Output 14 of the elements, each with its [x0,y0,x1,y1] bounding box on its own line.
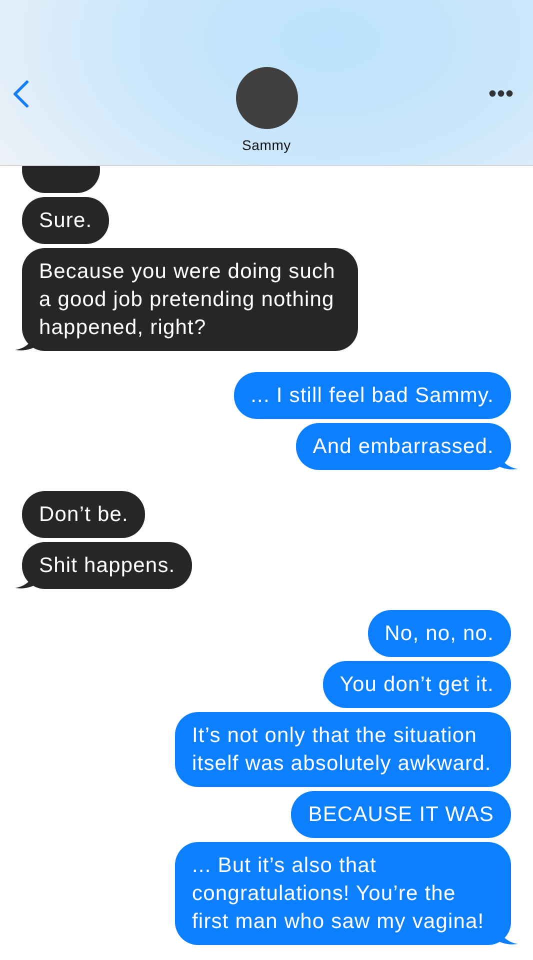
message-bubble: Shit happens. [22,542,192,589]
back-icon[interactable] [12,80,30,108]
message-bubble: It’s not only that the situation itself was absolutely awkward. [175,712,511,787]
more-icon[interactable] [489,90,513,97]
message-bubble: ... I still feel bad Sammy. [234,372,511,419]
contact-name: Sammy [242,137,291,153]
message-bubble: Don’t be. [22,491,146,538]
message-bubble: No, no, no. [368,610,511,657]
message-bubble: Sure. [22,197,110,244]
message-bubble: BECAUSE IT WAS [291,791,511,838]
message-bubble: You don’t get it. [322,661,511,708]
message-bubble: Because you were doing such a good job pretending nothing happened, right? [22,248,358,351]
message-bubble: ... But it’s also that congratulations! You’re the first man who saw my vagina! [175,842,511,945]
message-bubble: And embarrassed. [296,423,511,470]
